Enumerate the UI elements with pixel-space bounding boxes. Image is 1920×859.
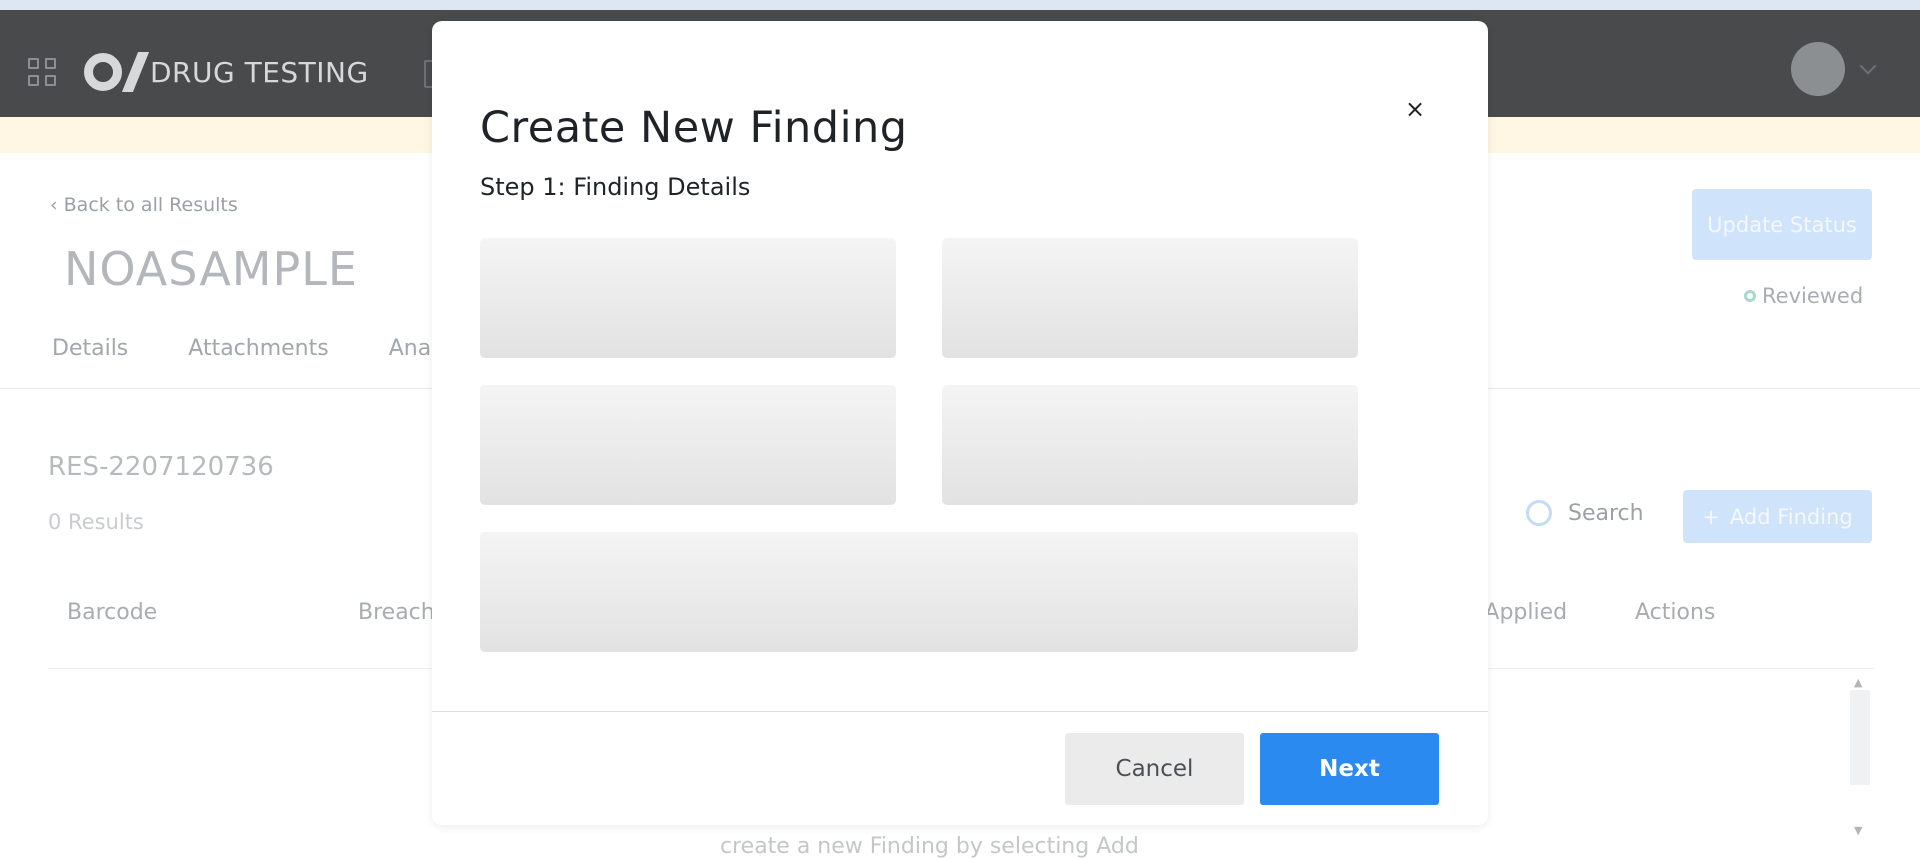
field-skeleton [942, 238, 1358, 358]
modal-title: Create New Finding [480, 103, 908, 153]
create-finding-modal: Create New Finding × Step 1: Finding Det… [432, 21, 1488, 825]
field-skeleton [942, 385, 1358, 505]
close-icon[interactable]: × [1400, 94, 1430, 124]
field-skeleton [480, 385, 896, 505]
field-skeleton [480, 238, 896, 358]
cancel-button[interactable]: Cancel [1065, 733, 1244, 805]
modal-footer-divider [432, 711, 1488, 712]
field-skeleton-wide [480, 532, 1358, 652]
next-button[interactable]: Next [1260, 733, 1439, 805]
step-label: Step 1: Finding Details [480, 173, 751, 201]
